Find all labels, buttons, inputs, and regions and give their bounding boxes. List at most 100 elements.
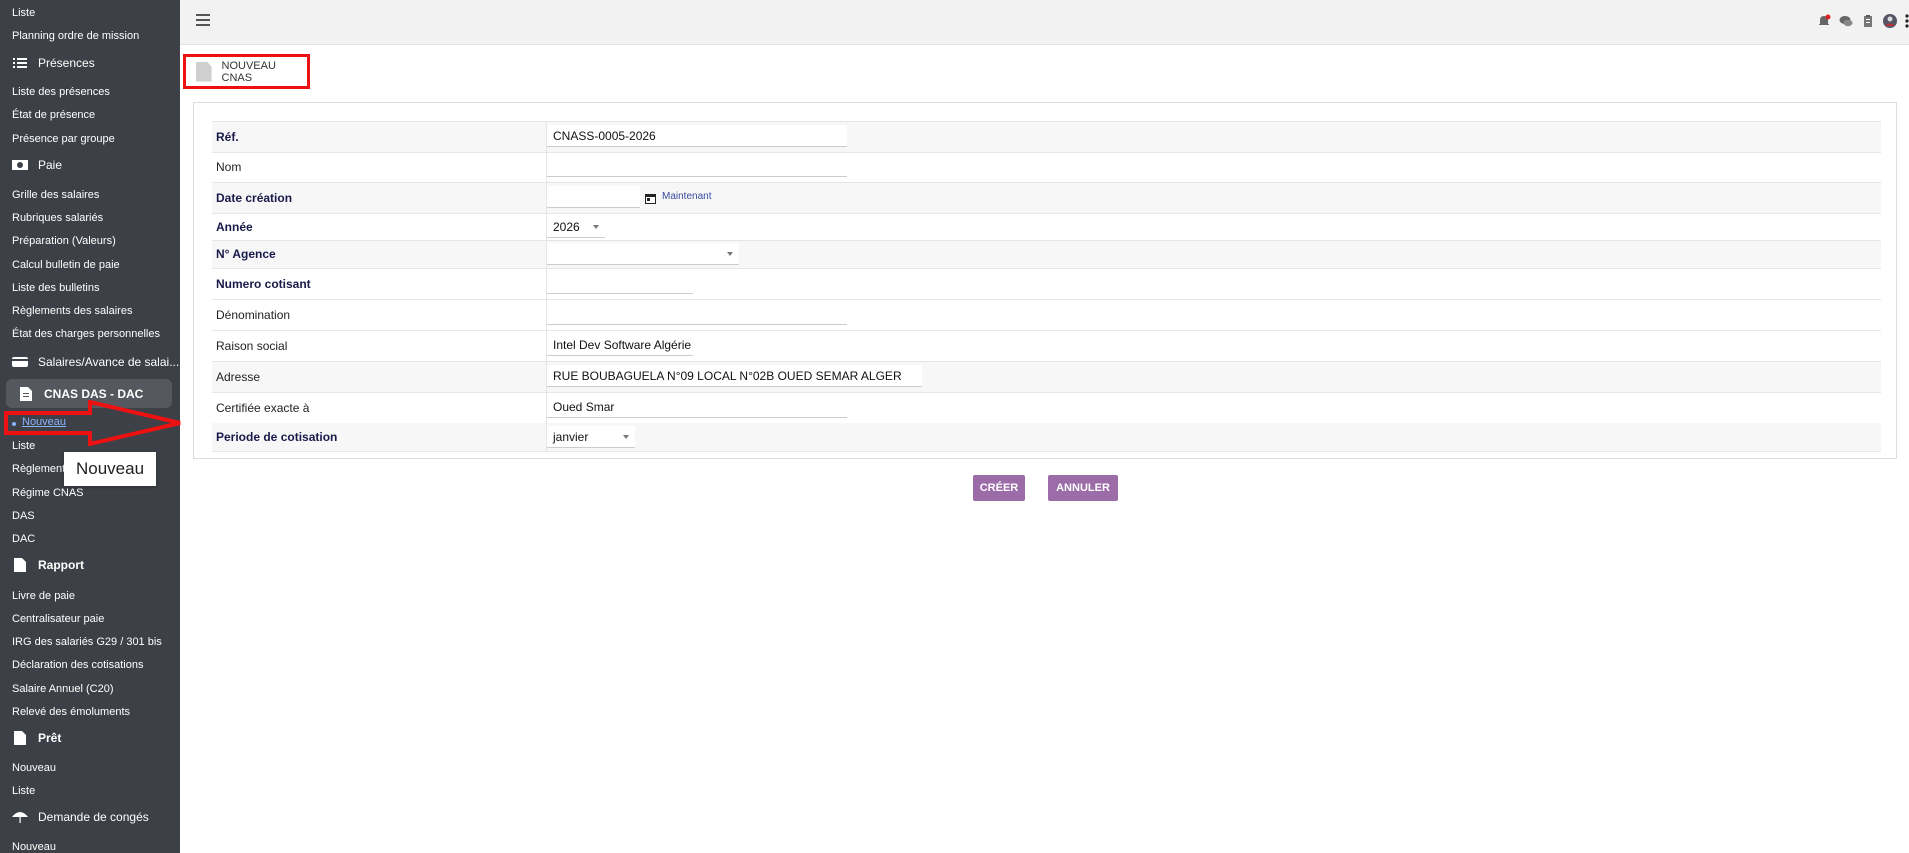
sidebar-link-planning[interactable]: Planning ordre de mission bbox=[12, 29, 139, 43]
field-label: Nom bbox=[216, 160, 242, 174]
certifiee-input[interactable]: Oued Smar bbox=[547, 396, 847, 418]
sidebar-section-rapport[interactable]: Rapport bbox=[12, 558, 84, 572]
sidebar-link-preparation[interactable]: Préparation (Valeurs) bbox=[12, 234, 116, 248]
form-row-agence: N° Agence bbox=[212, 241, 1881, 269]
field-label: N° Agence bbox=[216, 247, 276, 261]
document-icon bbox=[12, 731, 28, 745]
cnas-form: Réf. CNASS-0005-2026 Nom Date création M… bbox=[193, 102, 1897, 459]
sidebar-link-regime-cnas[interactable]: Régime CNAS bbox=[12, 486, 84, 500]
sidebar-link-declaration[interactable]: Déclaration des cotisations bbox=[12, 658, 143, 672]
sidebar-link-presence-groupe[interactable]: Présence par groupe bbox=[12, 132, 115, 146]
more-icon[interactable] bbox=[1905, 14, 1909, 28]
chevron-down-icon bbox=[727, 252, 733, 256]
top-icons bbox=[1817, 14, 1909, 28]
field-label: Numero cotisant bbox=[216, 277, 311, 291]
form-row-denomination: Dénomination bbox=[212, 300, 1881, 331]
field-label: Raison social bbox=[216, 339, 288, 353]
sidebar-link-irg[interactable]: IRG des salariés G29 / 301 bis bbox=[12, 635, 162, 649]
sidebar-link-salaire-annuel[interactable]: Salaire Annuel (C20) bbox=[12, 682, 114, 696]
chat-icon[interactable] bbox=[1839, 14, 1853, 28]
periode-select[interactable]: janvier bbox=[547, 426, 635, 448]
calendar-icon[interactable] bbox=[645, 191, 656, 209]
date-creation-input[interactable] bbox=[547, 186, 640, 208]
annee-select[interactable]: 2026 bbox=[547, 216, 605, 238]
clipboard-icon[interactable] bbox=[1861, 14, 1875, 28]
sidebar-link-dac[interactable]: DAC bbox=[12, 532, 35, 546]
sidebar-link-grille[interactable]: Grille des salaires bbox=[12, 188, 99, 202]
page-title-box: NOUVEAU CNAS bbox=[183, 54, 310, 89]
field-label: Certifiée exacte à bbox=[216, 401, 310, 415]
field-label: Dénomination bbox=[216, 308, 291, 322]
sidebar-section-label: Rapport bbox=[38, 558, 84, 572]
form-row-annee: Année 2026 bbox=[212, 214, 1881, 241]
hamburger-menu-icon[interactable] bbox=[196, 14, 210, 26]
avatar[interactable] bbox=[1883, 14, 1897, 28]
sidebar-link-calcul[interactable]: Calcul bulletin de paie bbox=[12, 258, 120, 272]
top-bar bbox=[180, 0, 1909, 45]
sidebar-link-conges-nouveau[interactable]: Nouveau bbox=[12, 840, 56, 853]
form-row-nom: Nom bbox=[212, 152, 1881, 183]
field-label: Date création bbox=[216, 191, 293, 205]
sidebar-section-label: Prêt bbox=[38, 731, 62, 745]
form-row-periode: Periode de cotisation janvier bbox=[212, 423, 1881, 452]
sidebar-link-releve[interactable]: Relevé des émoluments bbox=[12, 705, 130, 719]
denomination-input[interactable] bbox=[547, 303, 847, 325]
nom-input[interactable] bbox=[547, 155, 847, 177]
sidebar-section-label: CNAS DAS - DAC bbox=[44, 386, 144, 401]
sidebar-link-pret-nouveau[interactable]: Nouveau bbox=[12, 761, 56, 775]
maintenant-link[interactable]: Maintenant bbox=[662, 191, 711, 202]
sidebar-link-liste-bulletins[interactable]: Liste des bulletins bbox=[12, 281, 99, 295]
annee-value: 2026 bbox=[553, 219, 580, 234]
form-row-adresse: Adresse RUE BOUBAGUELA N°09 LOCAL N°02B … bbox=[212, 362, 1881, 393]
umbrella-icon bbox=[12, 810, 28, 824]
sidebar-link-liste[interactable]: Liste bbox=[12, 6, 35, 20]
field-label: Periode de cotisation bbox=[216, 430, 338, 444]
tooltip: Nouveau bbox=[64, 452, 156, 486]
adresse-input[interactable]: RUE BOUBAGUELA N°09 LOCAL N°02B OUED SEM… bbox=[547, 365, 922, 387]
red-arrow-annotation bbox=[4, 400, 181, 446]
sidebar-link-pret-liste[interactable]: Liste bbox=[12, 784, 35, 798]
sidebar-section-pret[interactable]: Prêt bbox=[12, 731, 61, 745]
raison-social-input[interactable]: Intel Dev Software Algérie bbox=[547, 334, 693, 356]
sidebar-section-presences[interactable]: Présences bbox=[12, 56, 95, 70]
sidebar-section-label: Présences bbox=[38, 56, 95, 70]
bell-icon[interactable] bbox=[1817, 14, 1831, 28]
chevron-down-icon bbox=[593, 225, 599, 229]
sidebar-link-liste-presences[interactable]: Liste des présences bbox=[12, 85, 110, 99]
agence-select[interactable] bbox=[547, 243, 739, 265]
wallet-icon bbox=[12, 355, 28, 369]
page-title: NOUVEAU CNAS bbox=[221, 59, 276, 84]
sidebar-link-reglements-salaires[interactable]: Règlements des salaires bbox=[12, 304, 132, 318]
form-row-ref: Réf. CNASS-0005-2026 bbox=[212, 121, 1881, 153]
field-label: Adresse bbox=[216, 370, 261, 384]
sidebar-section-label: Demande de congés bbox=[38, 810, 149, 824]
sidebar-section-salaires-avance[interactable]: Salaires/Avance de salai... bbox=[12, 355, 179, 369]
field-label: Réf. bbox=[216, 130, 239, 144]
ref-input[interactable]: CNASS-0005-2026 bbox=[547, 125, 847, 147]
sidebar-link-rubriques[interactable]: Rubriques salariés bbox=[12, 211, 103, 225]
sidebar-section-label: Paie bbox=[38, 158, 63, 172]
form-row-certifiee: Certifiée exacte à Oued Smar bbox=[212, 393, 1881, 424]
document-icon bbox=[196, 61, 212, 82]
periode-value: janvier bbox=[553, 429, 589, 444]
form-row-date-creation: Date création Maintenant bbox=[212, 183, 1881, 214]
sidebar-link-etat-presence[interactable]: État de présence bbox=[12, 108, 95, 122]
document-icon bbox=[20, 386, 32, 401]
form-row-numero-cotisant: Numero cotisant bbox=[212, 269, 1881, 300]
list-icon bbox=[12, 56, 28, 70]
document-icon bbox=[12, 558, 28, 572]
sidebar-link-cnas-reglement[interactable]: Règlement bbox=[12, 462, 65, 476]
create-button[interactable]: CRÉER bbox=[973, 475, 1025, 501]
sidebar-link-livre-paie[interactable]: Livre de paie bbox=[12, 589, 75, 603]
sidebar-section-paie[interactable]: Paie bbox=[12, 158, 62, 172]
sidebar-section-conges[interactable]: Demande de congés bbox=[12, 810, 149, 824]
cancel-button[interactable]: ANNULER bbox=[1048, 475, 1118, 501]
numero-cotisant-input[interactable] bbox=[547, 272, 693, 294]
money-icon bbox=[12, 158, 28, 172]
sidebar-link-etat-charges[interactable]: État des charges personnelles bbox=[12, 327, 160, 341]
chevron-down-icon bbox=[623, 435, 629, 439]
sidebar-section-label: Salaires/Avance de salai... bbox=[38, 355, 180, 369]
sidebar-link-centralisateur[interactable]: Centralisateur paie bbox=[12, 612, 104, 626]
form-row-raison-social: Raison social Intel Dev Software Algérie bbox=[212, 331, 1881, 362]
sidebar-link-das[interactable]: DAS bbox=[12, 509, 35, 523]
